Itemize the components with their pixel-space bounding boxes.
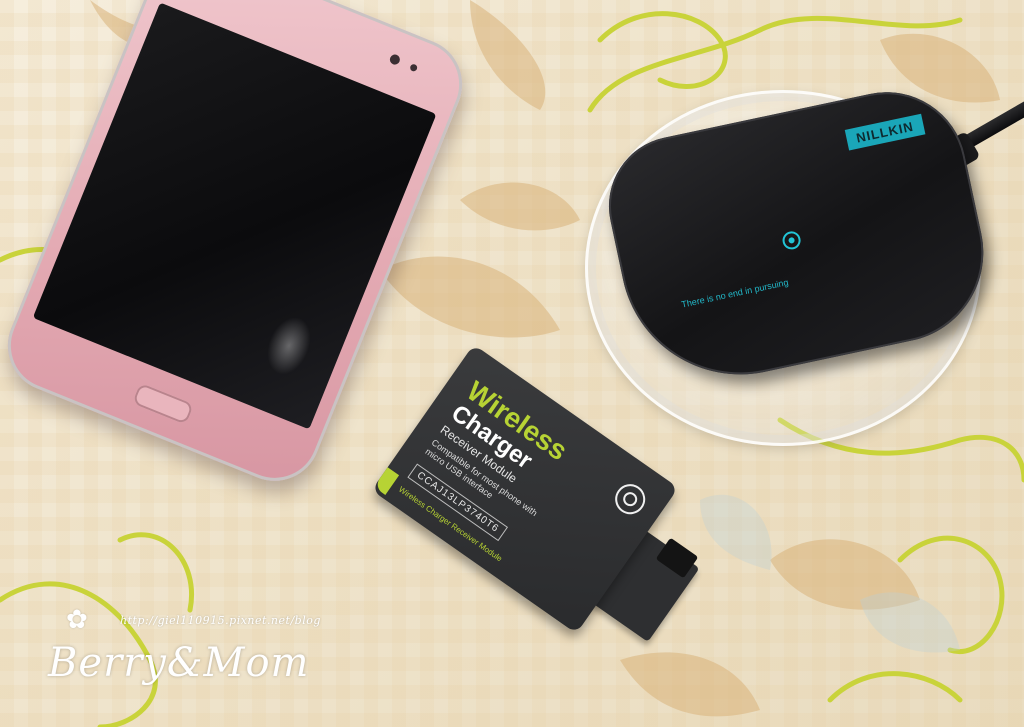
front-camera-icon — [388, 53, 402, 67]
leaf — [380, 256, 560, 338]
watermark-url: http://giel110915.pixnet.net/blog — [120, 614, 321, 627]
leaf — [620, 652, 760, 717]
charging-led-icon — [780, 229, 803, 252]
watermark-brand: Berry&Mom — [48, 640, 310, 686]
leaf-shadow — [700, 494, 772, 570]
photo-scene: NILLKIN There is no end in pursuing Wire… — [0, 0, 1024, 727]
leaf-shadow — [860, 592, 960, 653]
vine — [827, 671, 963, 703]
sensor-icon — [409, 63, 419, 73]
screen-glare — [259, 310, 319, 382]
leaf — [460, 182, 580, 231]
pad-slogan: There is no end in pursuing — [680, 277, 790, 310]
leaf — [470, 0, 546, 110]
home-button — [132, 382, 195, 425]
vine — [117, 532, 194, 613]
brand-logo: NILLKIN — [844, 113, 926, 151]
flower-icon: ✿ — [66, 604, 88, 634]
qi-badge-icon — [609, 478, 652, 521]
